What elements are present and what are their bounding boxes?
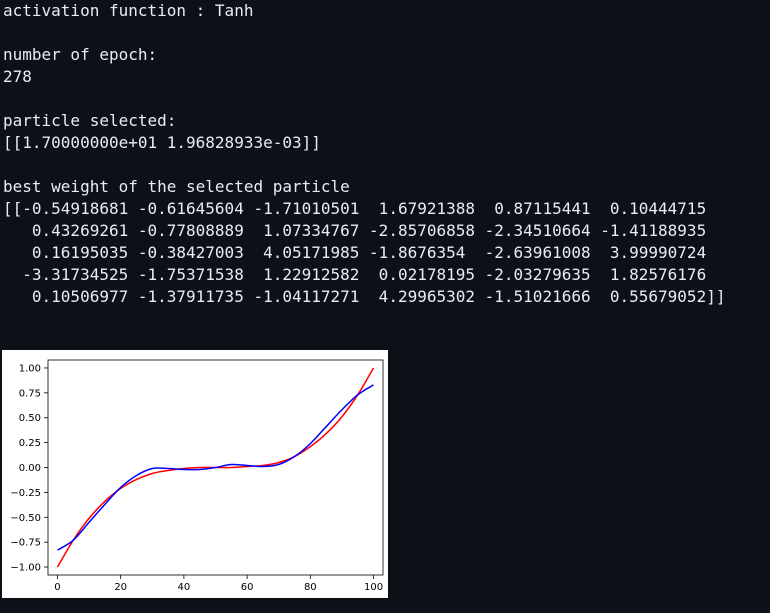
epoch-value: 278 <box>3 67 32 86</box>
x-tick-label: 100 <box>364 582 383 593</box>
weight-row: [[-0.54918681 -0.61645604 -1.71010501 1.… <box>3 199 707 218</box>
weight-row: 0.10506977 -1.37911735 -1.04117271 4.299… <box>3 287 726 306</box>
y-tick-label: −0.75 <box>10 538 41 549</box>
x-tick-label: 20 <box>114 582 127 593</box>
weight-label: best weight of the selected particle <box>3 177 350 196</box>
line-chart: 0 20 40 60 80 100 −1.00 −0.75 −0.50 −0.25 0.00 0.25… <box>10 359 384 593</box>
y-tick-label: 0.50 <box>19 413 41 424</box>
weight-row: 0.43269261 -0.77808889 1.07334767 -2.857… <box>3 221 707 240</box>
series-line <box>57 384 374 551</box>
notebook-output: activation function : Tanh number of epo… <box>0 0 770 613</box>
y-tick-label: 1.00 <box>19 363 41 374</box>
y-tick-label: 0.00 <box>19 463 41 474</box>
y-tick-label: −0.50 <box>10 513 41 524</box>
x-tick-label: 0 <box>54 582 60 593</box>
x-tick-label: 80 <box>304 582 317 593</box>
particle-label: particle selected: <box>3 111 177 130</box>
y-tick-label: −0.25 <box>10 488 41 499</box>
x-tick-label: 60 <box>241 582 254 593</box>
epoch-label: number of epoch: <box>3 45 158 64</box>
y-tick-label: −1.00 <box>10 563 41 574</box>
x-tick-label: 40 <box>178 582 191 593</box>
particle-value: [[1.70000000e+01 1.96828933e-03]] <box>3 133 321 152</box>
y-tick-label: 0.25 <box>19 438 41 449</box>
activation-text: activation function : Tanh <box>3 1 254 20</box>
plot-image: 0 20 40 60 80 100 −1.00 −0.75 −0.50 −0.25 0.00 0.25… <box>2 350 388 598</box>
weight-row: 0.16195035 -0.38427003 4.05171985 -1.867… <box>3 243 707 262</box>
weight-row: -3.31734525 -1.75371538 1.22912582 0.021… <box>3 265 707 284</box>
y-tick-label: 0.75 <box>19 388 41 399</box>
